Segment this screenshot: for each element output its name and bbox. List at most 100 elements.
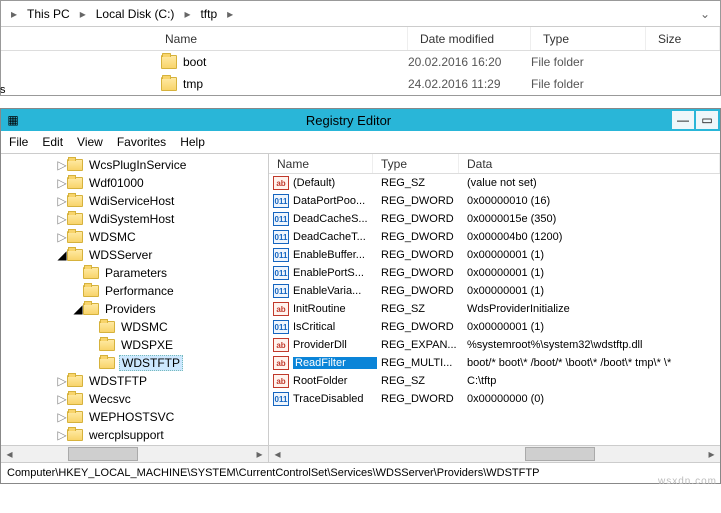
tree-label: Wdf01000: [87, 176, 146, 190]
tree-label: WEPHOSTSVC: [87, 410, 176, 424]
column-size[interactable]: Size: [646, 27, 720, 50]
value-row[interactable]: 011DataPortPoo...REG_DWORD0x00000010 (16…: [269, 192, 720, 210]
expand-icon[interactable]: ▷: [57, 374, 67, 388]
value-row[interactable]: 011IsCriticalREG_DWORD0x00000001 (1): [269, 318, 720, 336]
tree-node[interactable]: WDSTFTP: [1, 354, 268, 372]
chevron-right-icon: ▸: [221, 7, 239, 21]
value-row[interactable]: abRootFolderREG_SZC:\tftp: [269, 372, 720, 390]
folder-icon: [161, 77, 177, 91]
values-scrollbar[interactable]: ◂ ▸: [269, 445, 720, 462]
tree-node[interactable]: ▷WDSTFTP: [1, 372, 268, 390]
breadcrumb-item[interactable]: tftp: [196, 5, 221, 23]
tree-node[interactable]: ▷ WEPHOSTSVC: [1, 408, 268, 426]
scroll-thumb[interactable]: [68, 447, 138, 461]
values-col-type[interactable]: Type: [373, 154, 459, 173]
chevron-right-icon: ▸: [5, 7, 23, 21]
folder-icon: [83, 267, 99, 279]
tree-node[interactable]: Parameters: [1, 264, 268, 282]
value-row[interactable]: 011TraceDisabledREG_DWORD0x00000000 (0): [269, 390, 720, 408]
tree-scrollbar[interactable]: ◂ ▸: [1, 445, 268, 462]
file-type: File folder: [531, 77, 646, 91]
expand-icon[interactable]: ▷: [57, 230, 67, 244]
value-row[interactable]: 011EnableBuffer...REG_DWORD0x00000001 (1…: [269, 246, 720, 264]
scroll-right-icon[interactable]: ▸: [251, 446, 268, 463]
tree-node[interactable]: ▷Wecsvc: [1, 390, 268, 408]
values-list[interactable]: ab(Default)REG_SZ(value not set)011DataP…: [269, 174, 720, 445]
folder-icon: [67, 393, 83, 405]
breadcrumb-item[interactable]: This PC: [23, 5, 74, 23]
value-type-icon: ab: [273, 176, 289, 190]
tree-node[interactable]: ▷ wercplsupport: [1, 426, 268, 444]
title-bar[interactable]: ▦ Registry Editor — ▭: [1, 109, 720, 131]
value-row[interactable]: abInitRoutineREG_SZWdsProviderInitialize: [269, 300, 720, 318]
expand-icon[interactable]: ▷: [57, 176, 67, 190]
value-type-icon: ab: [273, 338, 289, 352]
scroll-thumb[interactable]: [525, 447, 595, 461]
value-data: 0x00000001 (1): [463, 321, 720, 333]
scroll-left-icon[interactable]: ◂: [1, 446, 18, 463]
menu-file[interactable]: File: [9, 135, 28, 149]
tree-node[interactable]: ▷ Wdf01000: [1, 174, 268, 192]
value-row[interactable]: 011DeadCacheS...REG_DWORD0x0000015e (350…: [269, 210, 720, 228]
tree-node[interactable]: Performance: [1, 282, 268, 300]
value-data: C:\tftp: [463, 375, 720, 387]
value-row[interactable]: abReadFilterREG_MULTI...boot/* boot\* /b…: [269, 354, 720, 372]
value-type: REG_DWORD: [377, 213, 463, 225]
menu-favorites[interactable]: Favorites: [117, 135, 166, 149]
tree-node[interactable]: WDSPXE: [1, 336, 268, 354]
expand-icon[interactable]: ◢: [57, 248, 67, 262]
expand-icon[interactable]: ▷: [57, 158, 67, 172]
value-row[interactable]: 011EnablePortS...REG_DWORD0x00000001 (1): [269, 264, 720, 282]
tree-node[interactable]: ◢ WDSServer: [1, 246, 268, 264]
expand-icon[interactable]: ◢: [73, 302, 83, 316]
file-row[interactable]: tmp24.02.2016 11:29File folder: [1, 73, 720, 95]
tree[interactable]: ▷WcsPlugInService▷Wdf01000▷WdiServiceHos…: [1, 154, 268, 445]
tree-label: Parameters: [103, 266, 169, 280]
value-name: InitRoutine: [293, 303, 377, 315]
values-pane: Name Type Data ab(Default)REG_SZ(value n…: [269, 154, 720, 462]
tree-node[interactable]: ▷WdiServiceHost: [1, 192, 268, 210]
minimize-button[interactable]: —: [672, 111, 694, 129]
maximize-button[interactable]: ▭: [696, 111, 718, 129]
value-type: REG_DWORD: [377, 249, 463, 261]
values-col-data[interactable]: Data: [459, 154, 720, 173]
file-row[interactable]: boot20.02.2016 16:20File folder: [1, 51, 720, 73]
values-col-name[interactable]: Name: [269, 154, 373, 173]
breadcrumb-item[interactable]: Local Disk (C:): [92, 5, 179, 23]
tree-pane: ▷WcsPlugInService▷Wdf01000▷WdiServiceHos…: [1, 154, 269, 462]
chevron-down-icon[interactable]: ⌄: [694, 7, 716, 21]
tree-node[interactable]: ▷WcsPlugInService: [1, 156, 268, 174]
tree-node[interactable]: ▷WDSMC: [1, 228, 268, 246]
folder-icon: [67, 429, 83, 441]
expand-icon[interactable]: ▷: [57, 428, 67, 442]
menu-edit[interactable]: Edit: [42, 135, 63, 149]
scroll-left-icon[interactable]: ◂: [269, 446, 286, 463]
value-type-icon: 011: [273, 212, 289, 226]
menu-help[interactable]: Help: [180, 135, 205, 149]
tree-node[interactable]: ◢Providers: [1, 300, 268, 318]
value-row[interactable]: ab(Default)REG_SZ(value not set): [269, 174, 720, 192]
value-row[interactable]: abProviderDllREG_EXPAN...%systemroot%\sy…: [269, 336, 720, 354]
value-type-icon: 011: [273, 230, 289, 244]
expand-icon[interactable]: ▷: [57, 194, 67, 208]
expand-icon[interactable]: ▷: [57, 392, 67, 406]
value-type: REG_SZ: [377, 375, 463, 387]
folder-icon: [67, 231, 83, 243]
value-data: 0x00000001 (1): [463, 249, 720, 261]
expand-icon[interactable]: ▷: [57, 212, 67, 226]
value-row[interactable]: 011DeadCacheT...REG_DWORD0x000004b0 (120…: [269, 228, 720, 246]
tree-node[interactable]: WDSMC: [1, 318, 268, 336]
value-row[interactable]: 011EnableVaria...REG_DWORD0x00000001 (1): [269, 282, 720, 300]
breadcrumb[interactable]: ▸ This PC ▸ Local Disk (C:) ▸ tftp ▸ ⌄: [1, 1, 720, 27]
value-type-icon: ab: [273, 356, 289, 370]
column-type[interactable]: Type: [531, 27, 646, 50]
column-name[interactable]: Name: [153, 27, 408, 50]
menu-view[interactable]: View: [77, 135, 103, 149]
tree-label: WDSServer: [87, 248, 154, 262]
expand-icon[interactable]: ▷: [57, 410, 67, 424]
tree-label: wercplsupport: [87, 428, 166, 442]
scroll-right-icon[interactable]: ▸: [703, 446, 720, 463]
folder-icon: [67, 375, 83, 387]
column-date[interactable]: Date modified: [408, 27, 531, 50]
tree-node[interactable]: ▷WdiSystemHost: [1, 210, 268, 228]
